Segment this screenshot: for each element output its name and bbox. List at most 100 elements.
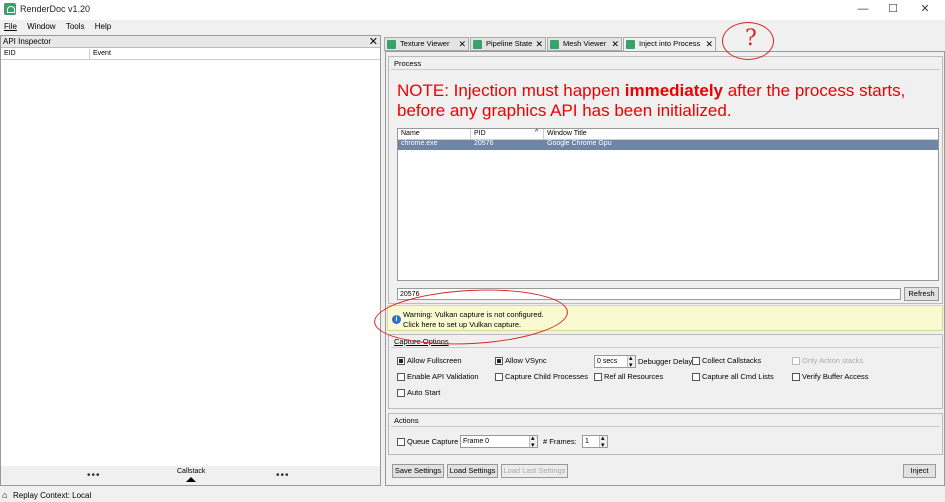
window-title: RenderDoc v1.20 (20, 4, 91, 14)
column-divider[interactable] (543, 129, 544, 140)
menu-help[interactable]: Help (95, 22, 111, 31)
spinner-value: 0 secs (597, 358, 618, 365)
close-window-button[interactable]: ✕ (912, 2, 938, 16)
enable-api-validation-label: Enable API Validation (407, 372, 479, 381)
splitter-handle-left[interactable]: ••• (87, 470, 101, 481)
process-table-header: Name PID ^ Window Title (398, 129, 938, 140)
tab-label: Inject into Process (639, 39, 701, 48)
tab-bar: Texture Viewer ✕ Pipeline State ✕ Mesh V… (384, 37, 944, 52)
process-pid: 20576 (474, 140, 494, 147)
process-table[interactable]: Name PID ^ Window Title chrome.exe 20576… (397, 128, 939, 281)
tab-label: Mesh Viewer (563, 39, 607, 48)
frames-label: # Frames: (543, 437, 577, 446)
close-icon[interactable]: ✕ (535, 38, 543, 50)
allow-vsync-label: Allow VSync (505, 356, 547, 365)
spinner-arrows-icon[interactable] (529, 433, 537, 451)
load-settings-button[interactable]: Load Settings (447, 464, 498, 478)
debugger-delay-label: Debugger Delay (638, 357, 693, 366)
spinner-value: Frame 0 (463, 438, 490, 445)
capture-child-processes-label: Capture Child Processes (505, 372, 588, 381)
callstack-toggle[interactable]: Callstack (177, 468, 205, 475)
injection-note-line1: NOTE: Injection must happen immediately … (397, 81, 905, 101)
tab-mesh-viewer[interactable]: Mesh Viewer ✕ (547, 37, 622, 51)
allow-vsync-checkbox[interactable] (495, 357, 503, 365)
auto-start-label: Auto Start (407, 388, 441, 397)
menu-tools[interactable]: Tools (66, 22, 85, 31)
injection-note-line2: before any graphics API has been initial… (397, 101, 732, 120)
tab-texture-viewer[interactable]: Texture Viewer ✕ (384, 37, 469, 51)
column-name[interactable]: Name (401, 130, 420, 137)
close-icon[interactable]: ✕ (458, 38, 466, 50)
capture-child-processes-checkbox[interactable] (495, 373, 503, 381)
texture-icon (387, 40, 396, 49)
api-inspector-title: API Inspector (3, 37, 52, 46)
divider (391, 69, 940, 70)
column-pid[interactable]: PID (474, 130, 486, 137)
event-list-header: EID Event (1, 49, 380, 60)
close-icon[interactable]: ✕ (611, 38, 619, 50)
inject-button[interactable]: Inject (903, 464, 936, 478)
save-settings-button[interactable]: Save Settings (392, 464, 444, 478)
api-inspector-header: API Inspector ✕ (1, 36, 380, 48)
verify-buffer-access-label: Verify Buffer Access (802, 372, 869, 381)
divider (391, 347, 940, 348)
inject-panel: Process NOTE: Injection must happen imme… (385, 51, 945, 486)
note-text: after the process starts, (723, 81, 906, 100)
annotation-question-mark: ? (745, 26, 757, 51)
spinner-arrows-icon[interactable] (599, 433, 607, 451)
allow-fullscreen-label: Allow Fullscreen (407, 356, 462, 365)
allow-fullscreen-checkbox[interactable] (397, 357, 405, 365)
ref-all-resources-checkbox[interactable] (594, 373, 602, 381)
only-action-stacks-checkbox[interactable] (792, 357, 800, 365)
enable-api-validation-checkbox[interactable] (397, 373, 405, 381)
api-inspector-footer: ••• Callstack ••• (1, 466, 380, 485)
process-name: chrome.exe (401, 140, 438, 147)
sort-ascending-icon: ^ (535, 129, 539, 136)
close-icon[interactable]: ✕ (369, 35, 378, 48)
note-emphasis: immediately (624, 81, 723, 100)
capture-all-cmd-lists-checkbox[interactable] (692, 373, 700, 381)
minimize-button[interactable]: — (850, 2, 876, 16)
column-divider[interactable] (89, 49, 90, 60)
spinner-value: 1 (585, 438, 589, 445)
tab-label: Texture Viewer (400, 39, 450, 48)
column-divider[interactable] (470, 129, 471, 140)
queue-capture-label: Queue Capture (407, 437, 459, 446)
tab-pipeline-state[interactable]: Pipeline State ✕ (470, 37, 546, 51)
column-window-title[interactable]: Window Title (547, 130, 587, 137)
actions-group: Actions Queue Capture Frame 0 # Frames: … (388, 413, 943, 455)
tab-inject-into-process[interactable]: Inject into Process ✕ (623, 37, 716, 52)
api-inspector-panel: API Inspector ✕ EID Event ••• Callstack … (0, 35, 381, 486)
home-icon: ⌂ (2, 490, 8, 500)
column-eid[interactable]: EID (4, 50, 16, 57)
note-text: NOTE: Injection must happen (397, 81, 625, 100)
close-icon[interactable]: ✕ (705, 38, 713, 50)
auto-start-checkbox[interactable] (397, 389, 405, 397)
menu-window[interactable]: Window (27, 22, 55, 31)
mesh-icon (550, 40, 559, 49)
process-group: Process NOTE: Injection must happen imme… (388, 56, 943, 304)
spinner-arrows-icon[interactable] (627, 353, 635, 371)
tab-label: Pipeline State (486, 39, 533, 48)
only-action-stacks-label: Only Action stacks (802, 356, 864, 365)
inject-icon (626, 40, 635, 49)
title-bar: RenderDoc v1.20 — ☐ ✕ (0, 0, 945, 20)
verify-buffer-access-checkbox[interactable] (792, 373, 800, 381)
pipeline-icon (473, 40, 482, 49)
frames-count-spinner[interactable]: 1 (582, 433, 608, 451)
expand-arrow-icon[interactable] (186, 477, 196, 482)
menu-file[interactable]: File (4, 22, 17, 31)
table-row[interactable]: chrome.exe 20576 Google Chrome Gpu (398, 140, 938, 150)
renderdoc-logo-icon (4, 3, 16, 15)
maximize-button[interactable]: ☐ (880, 2, 906, 16)
frame-spinner[interactable]: Frame 0 (460, 433, 538, 451)
actions-title: Actions (394, 416, 419, 425)
column-event[interactable]: Event (93, 50, 111, 57)
queue-capture-checkbox[interactable] (397, 438, 405, 446)
debugger-delay-spinner[interactable]: 0 secs (594, 353, 636, 371)
load-last-settings-button[interactable]: Load Last Settings (501, 464, 568, 478)
splitter-handle-right[interactable]: ••• (276, 470, 290, 481)
refresh-button[interactable]: Refresh (904, 287, 939, 301)
collect-callstacks-checkbox[interactable] (692, 357, 700, 365)
divider (391, 426, 940, 427)
